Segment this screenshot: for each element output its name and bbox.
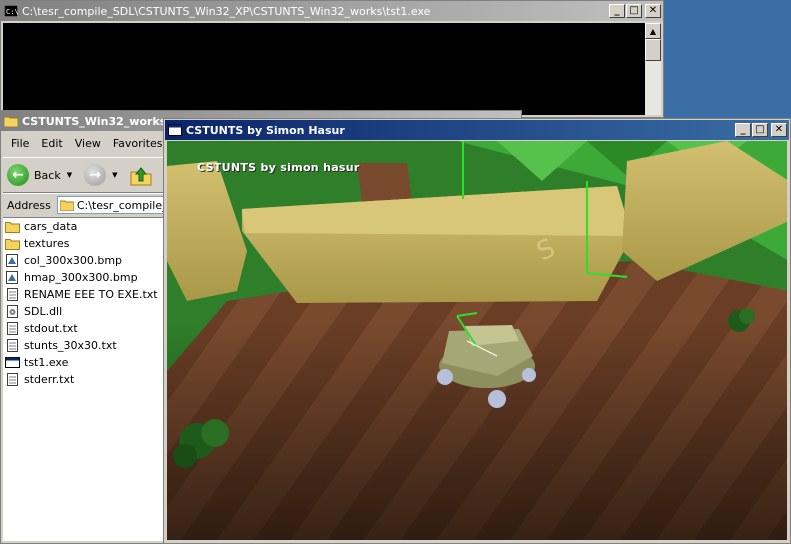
chevron-down-icon[interactable]: ▼ <box>112 171 117 179</box>
menu-edit[interactable]: Edit <box>35 135 68 152</box>
folder-up-icon <box>130 167 151 186</box>
menu-bar: File Edit View Favorites <box>5 135 169 152</box>
dll-icon <box>5 305 20 318</box>
game-viewport[interactable]: S CSTUNTS by simon hasur <box>167 141 787 540</box>
console-maximize-button[interactable]: □ <box>626 4 642 18</box>
game-maximize-button[interactable]: □ <box>752 123 768 137</box>
app-icon <box>168 124 182 136</box>
dirt-ramp <box>357 163 412 203</box>
file-name: stunts_30x30.txt <box>24 339 117 352</box>
console-titlebar[interactable]: C:\ C:\tesr_compile_SDL\CSTUNTS_Win32_XP… <box>1 1 663 21</box>
file-name: SDL.dll <box>24 305 63 318</box>
exe-icon <box>5 356 20 369</box>
address-label: Address <box>7 198 51 212</box>
text-file-icon <box>5 322 20 335</box>
menu-view[interactable]: View <box>69 135 107 152</box>
back-arrow-icon: ← <box>7 164 29 186</box>
menu-file[interactable]: File <box>5 135 35 152</box>
console-minimize-button[interactable]: _ <box>609 4 625 18</box>
file-name: RENAME EEE TO EXE.txt <box>24 288 158 301</box>
menu-favorites[interactable]: Favorites <box>107 135 169 152</box>
file-name: textures <box>24 237 70 250</box>
hud-title: CSTUNTS by simon hasur <box>197 161 360 174</box>
console-title: C:\tesr_compile_SDL\CSTUNTS_Win32_XP\CST… <box>22 4 431 18</box>
folder-icon <box>5 220 20 233</box>
folder-up-button[interactable] <box>130 164 152 186</box>
bitmap-icon <box>5 254 20 267</box>
console-scrollbar[interactable]: ▲ <box>645 23 661 115</box>
text-file-icon <box>5 288 20 301</box>
back-button[interactable]: ← Back ▼ <box>7 164 72 186</box>
console-close-button[interactable]: ✕ <box>645 4 661 18</box>
game-minimize-button[interactable]: _ <box>735 123 751 137</box>
file-name: cars_data <box>24 220 78 233</box>
game-close-button[interactable]: ✕ <box>771 123 787 137</box>
file-name: tst1.exe <box>24 356 69 369</box>
chevron-down-icon[interactable]: ▼ <box>67 171 72 179</box>
game-scene: S <box>167 141 787 540</box>
game-title: CSTUNTS by Simon Hasur <box>186 123 345 137</box>
bitmap-icon <box>5 271 20 284</box>
scroll-up-arrow-icon[interactable]: ▲ <box>645 23 661 39</box>
game-titlebar[interactable]: CSTUNTS by Simon Hasur _ □ ✕ <box>165 120 789 140</box>
file-name: stderr.txt <box>24 373 75 386</box>
back-label: Back <box>34 168 61 182</box>
console-icon: C:\ <box>4 5 18 17</box>
file-name: stdout.txt <box>24 322 78 335</box>
scroll-thumb[interactable] <box>645 39 661 61</box>
console-output[interactable] <box>3 23 645 115</box>
file-name: col_300x300.bmp <box>24 254 123 267</box>
text-file-icon <box>5 339 20 352</box>
folder-icon <box>4 116 18 127</box>
svg-text:C:\: C:\ <box>6 8 18 16</box>
forward-button[interactable]: → ▼ <box>84 164 118 186</box>
forward-arrow-icon: → <box>84 164 107 186</box>
text-file-icon <box>5 373 20 386</box>
folder-icon <box>59 200 74 211</box>
console-window[interactable]: C:\ C:\tesr_compile_SDL\CSTUNTS_Win32_XP… <box>0 0 664 118</box>
file-name: hmap_300x300.bmp <box>24 271 138 284</box>
folder-icon <box>5 237 20 250</box>
game-window[interactable]: CSTUNTS by Simon Hasur _ □ ✕ S CSTUNTS b… <box>163 118 791 544</box>
